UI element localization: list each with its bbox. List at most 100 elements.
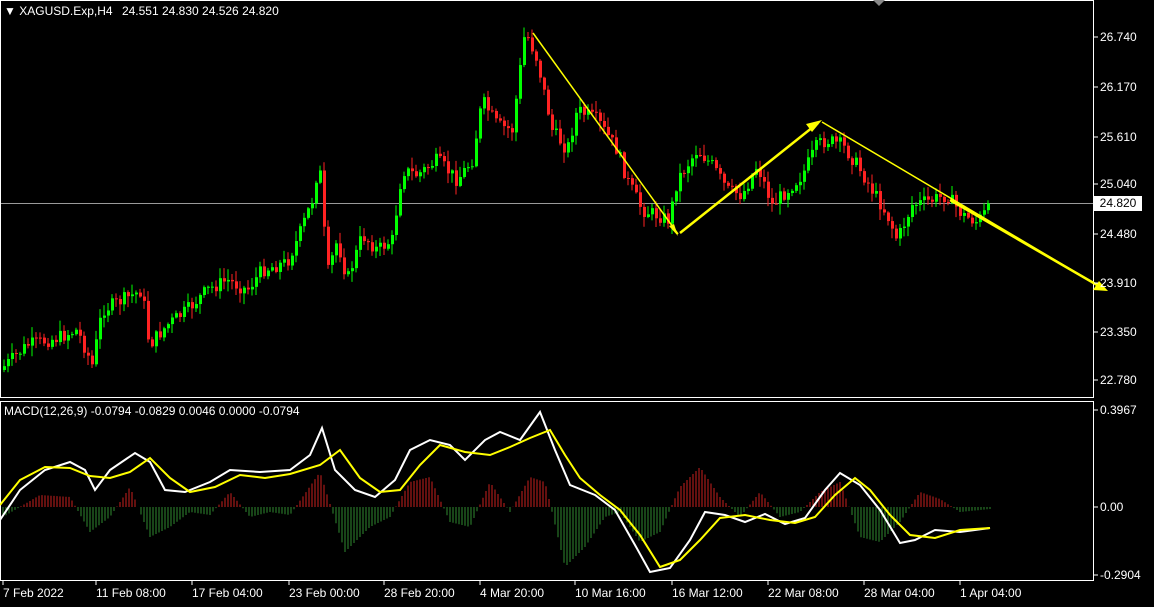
- candle-body: [455, 170, 458, 186]
- candle-body: [23, 344, 26, 354]
- candle-body: [267, 270, 270, 277]
- candle-body: [931, 199, 934, 202]
- candle-body: [51, 339, 54, 347]
- candle-body: [431, 166, 434, 168]
- candle-body: [423, 167, 426, 173]
- candle-body: [211, 286, 214, 288]
- candle-body: [187, 302, 190, 307]
- symbol-header[interactable]: ▼ XAGUSD.Exp,H4 24.551 24.830 24.526 24.…: [4, 4, 279, 18]
- candle-body: [907, 217, 910, 227]
- candle-body: [111, 298, 114, 311]
- candle-body: [767, 181, 770, 198]
- candle-body: [987, 203, 990, 211]
- candle-body: [243, 287, 246, 294]
- candle-body: [859, 157, 862, 172]
- candle-body: [475, 138, 478, 167]
- candle-body: [335, 243, 338, 256]
- candle-body: [35, 337, 38, 339]
- candle-body: [199, 295, 202, 305]
- candle-body: [411, 168, 414, 172]
- candle-body: [363, 236, 366, 242]
- candle-body: [107, 310, 110, 316]
- candle-body: [855, 157, 858, 165]
- candle-body: [419, 172, 422, 177]
- trend-line-up[interactable]: [679, 122, 819, 234]
- candle-body: [747, 188, 750, 192]
- candle-body: [607, 126, 610, 136]
- candle-body: [683, 172, 686, 174]
- chart-shift-marker-icon[interactable]: [873, 0, 885, 6]
- candle-body: [79, 329, 82, 336]
- candle-body: [47, 343, 50, 347]
- candle-body: [883, 209, 886, 213]
- price-tick-label: 26.170: [1100, 80, 1137, 94]
- price-tick-label: 23.910: [1100, 276, 1137, 290]
- candle-body: [287, 259, 290, 266]
- candle-body: [775, 203, 778, 205]
- candle-body: [595, 111, 598, 113]
- candle-body: [283, 259, 286, 263]
- candle-body: [835, 136, 838, 142]
- candle-body: [831, 136, 834, 145]
- candle-body: [727, 182, 730, 186]
- candle-body: [263, 266, 266, 277]
- candle-body: [11, 352, 14, 360]
- candle-body: [83, 335, 86, 353]
- time-tick-label: 23 Feb 00:00: [289, 586, 360, 600]
- candle-body: [63, 330, 66, 341]
- candle-body: [923, 196, 926, 201]
- candle-body: [575, 112, 578, 136]
- candle-body: [943, 196, 946, 203]
- chart-canvas[interactable]: 26.740 26.170 25.610 25.040 24.480 23.910 23.3…: [0, 0, 1154, 604]
- candle-body: [147, 300, 150, 340]
- price-tick-label: 24.480: [1100, 227, 1137, 241]
- candle-body: [375, 246, 378, 252]
- candle-body: [383, 242, 386, 249]
- candle-body: [571, 135, 574, 143]
- candle-body: [919, 200, 922, 205]
- candle-body: [791, 190, 794, 194]
- candle-body: [623, 152, 626, 178]
- candle-body: [679, 172, 682, 192]
- candle-body: [435, 153, 438, 167]
- candle-body: [171, 317, 174, 325]
- candle-body: [523, 37, 526, 66]
- candle-body: [803, 170, 806, 182]
- ohlc-values: 24.551 24.830 24.526 24.820: [121, 4, 279, 18]
- candle-body: [719, 168, 722, 174]
- candle-body: [843, 137, 846, 146]
- candle-body: [15, 352, 18, 354]
- candle-body: [239, 288, 242, 294]
- candle-body: [427, 167, 430, 169]
- candle-body: [355, 249, 358, 269]
- time-axis: 7 Feb 2022 11 Feb 08:00 17 Feb 04:00 23 Feb…: [2, 581, 1022, 600]
- candle-body: [519, 65, 522, 99]
- candle-body: [583, 106, 586, 115]
- trading-chart-window[interactable]: 26.740 26.170 25.610 25.040 24.480 23.910 23.3…: [0, 0, 1154, 604]
- candle-body: [879, 191, 882, 210]
- chart-menu-triangle-icon[interactable]: ▼: [4, 4, 16, 18]
- time-tick-label: 28 Feb 20:00: [384, 586, 455, 600]
- candle-body: [939, 194, 942, 197]
- candle-body: [515, 98, 518, 133]
- candle-body: [175, 313, 178, 318]
- price-tick-label: 22.780: [1100, 373, 1137, 387]
- candle-body: [491, 110, 494, 112]
- candle-body: [611, 135, 614, 138]
- candle-body: [743, 191, 746, 200]
- candle-body: [863, 171, 866, 183]
- macd-header: MACD(12,26,9) -0.0794 -0.0829 0.0046 0.0…: [4, 404, 300, 418]
- candle-body: [671, 201, 674, 224]
- candle-body: [871, 183, 874, 194]
- candle-body: [739, 193, 742, 200]
- candle-body: [299, 226, 302, 242]
- candle-body: [303, 217, 306, 227]
- candle-body: [911, 205, 914, 218]
- candle-body: [875, 191, 878, 194]
- candle-body: [799, 181, 802, 186]
- candle-body: [447, 161, 450, 174]
- trend-arrows-group[interactable]: [532, 32, 1108, 291]
- candle-body: [815, 140, 818, 150]
- candle-body: [247, 287, 250, 290]
- candle-body: [399, 189, 402, 216]
